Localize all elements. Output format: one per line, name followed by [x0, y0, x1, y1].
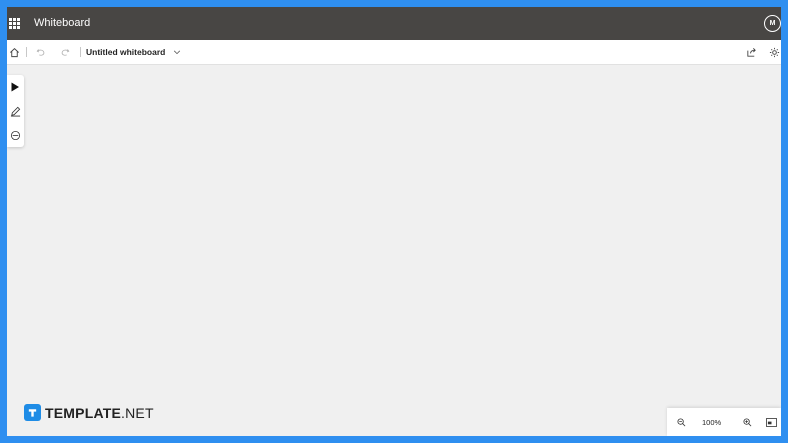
redo-icon[interactable] — [58, 45, 72, 59]
title-bar: Whiteboard M — [7, 7, 781, 40]
template-net-logo: TEMPLATE.NET — [24, 404, 154, 421]
minimap-icon[interactable] — [764, 415, 778, 429]
share-icon[interactable] — [744, 45, 758, 59]
app-launcher-icon[interactable] — [9, 18, 20, 29]
zoom-level[interactable]: 100% — [702, 418, 721, 427]
app-title: Whiteboard — [34, 17, 91, 29]
eraser-icon[interactable] — [8, 128, 22, 142]
pen-icon[interactable] — [8, 104, 22, 118]
pointer-icon[interactable] — [8, 80, 22, 94]
logo-brand: TEMPLATE — [45, 404, 122, 421]
toolbar: Untitled whiteboard — [7, 40, 781, 65]
user-avatar[interactable]: M — [764, 15, 781, 32]
home-icon[interactable] — [7, 45, 21, 59]
logo-suffix: .NET — [121, 404, 154, 421]
document-title[interactable]: Untitled whiteboard — [86, 47, 165, 57]
tool-rail — [7, 75, 24, 147]
zoom-out-icon[interactable] — [674, 415, 688, 429]
whiteboard-canvas[interactable] — [7, 65, 781, 436]
zoom-controls: 100% — [667, 408, 781, 436]
template-logo-icon — [24, 404, 41, 421]
chevron-down-icon[interactable] — [170, 45, 184, 59]
zoom-in-icon[interactable] — [740, 415, 754, 429]
toolbar-divider — [26, 47, 27, 57]
app-window: Whiteboard M Untitled whiteboard 100% TE… — [7, 7, 781, 436]
logo-text: TEMPLATE.NET — [45, 405, 154, 421]
undo-icon[interactable] — [34, 45, 48, 59]
toolbar-divider — [80, 47, 81, 57]
settings-icon[interactable] — [767, 45, 781, 59]
